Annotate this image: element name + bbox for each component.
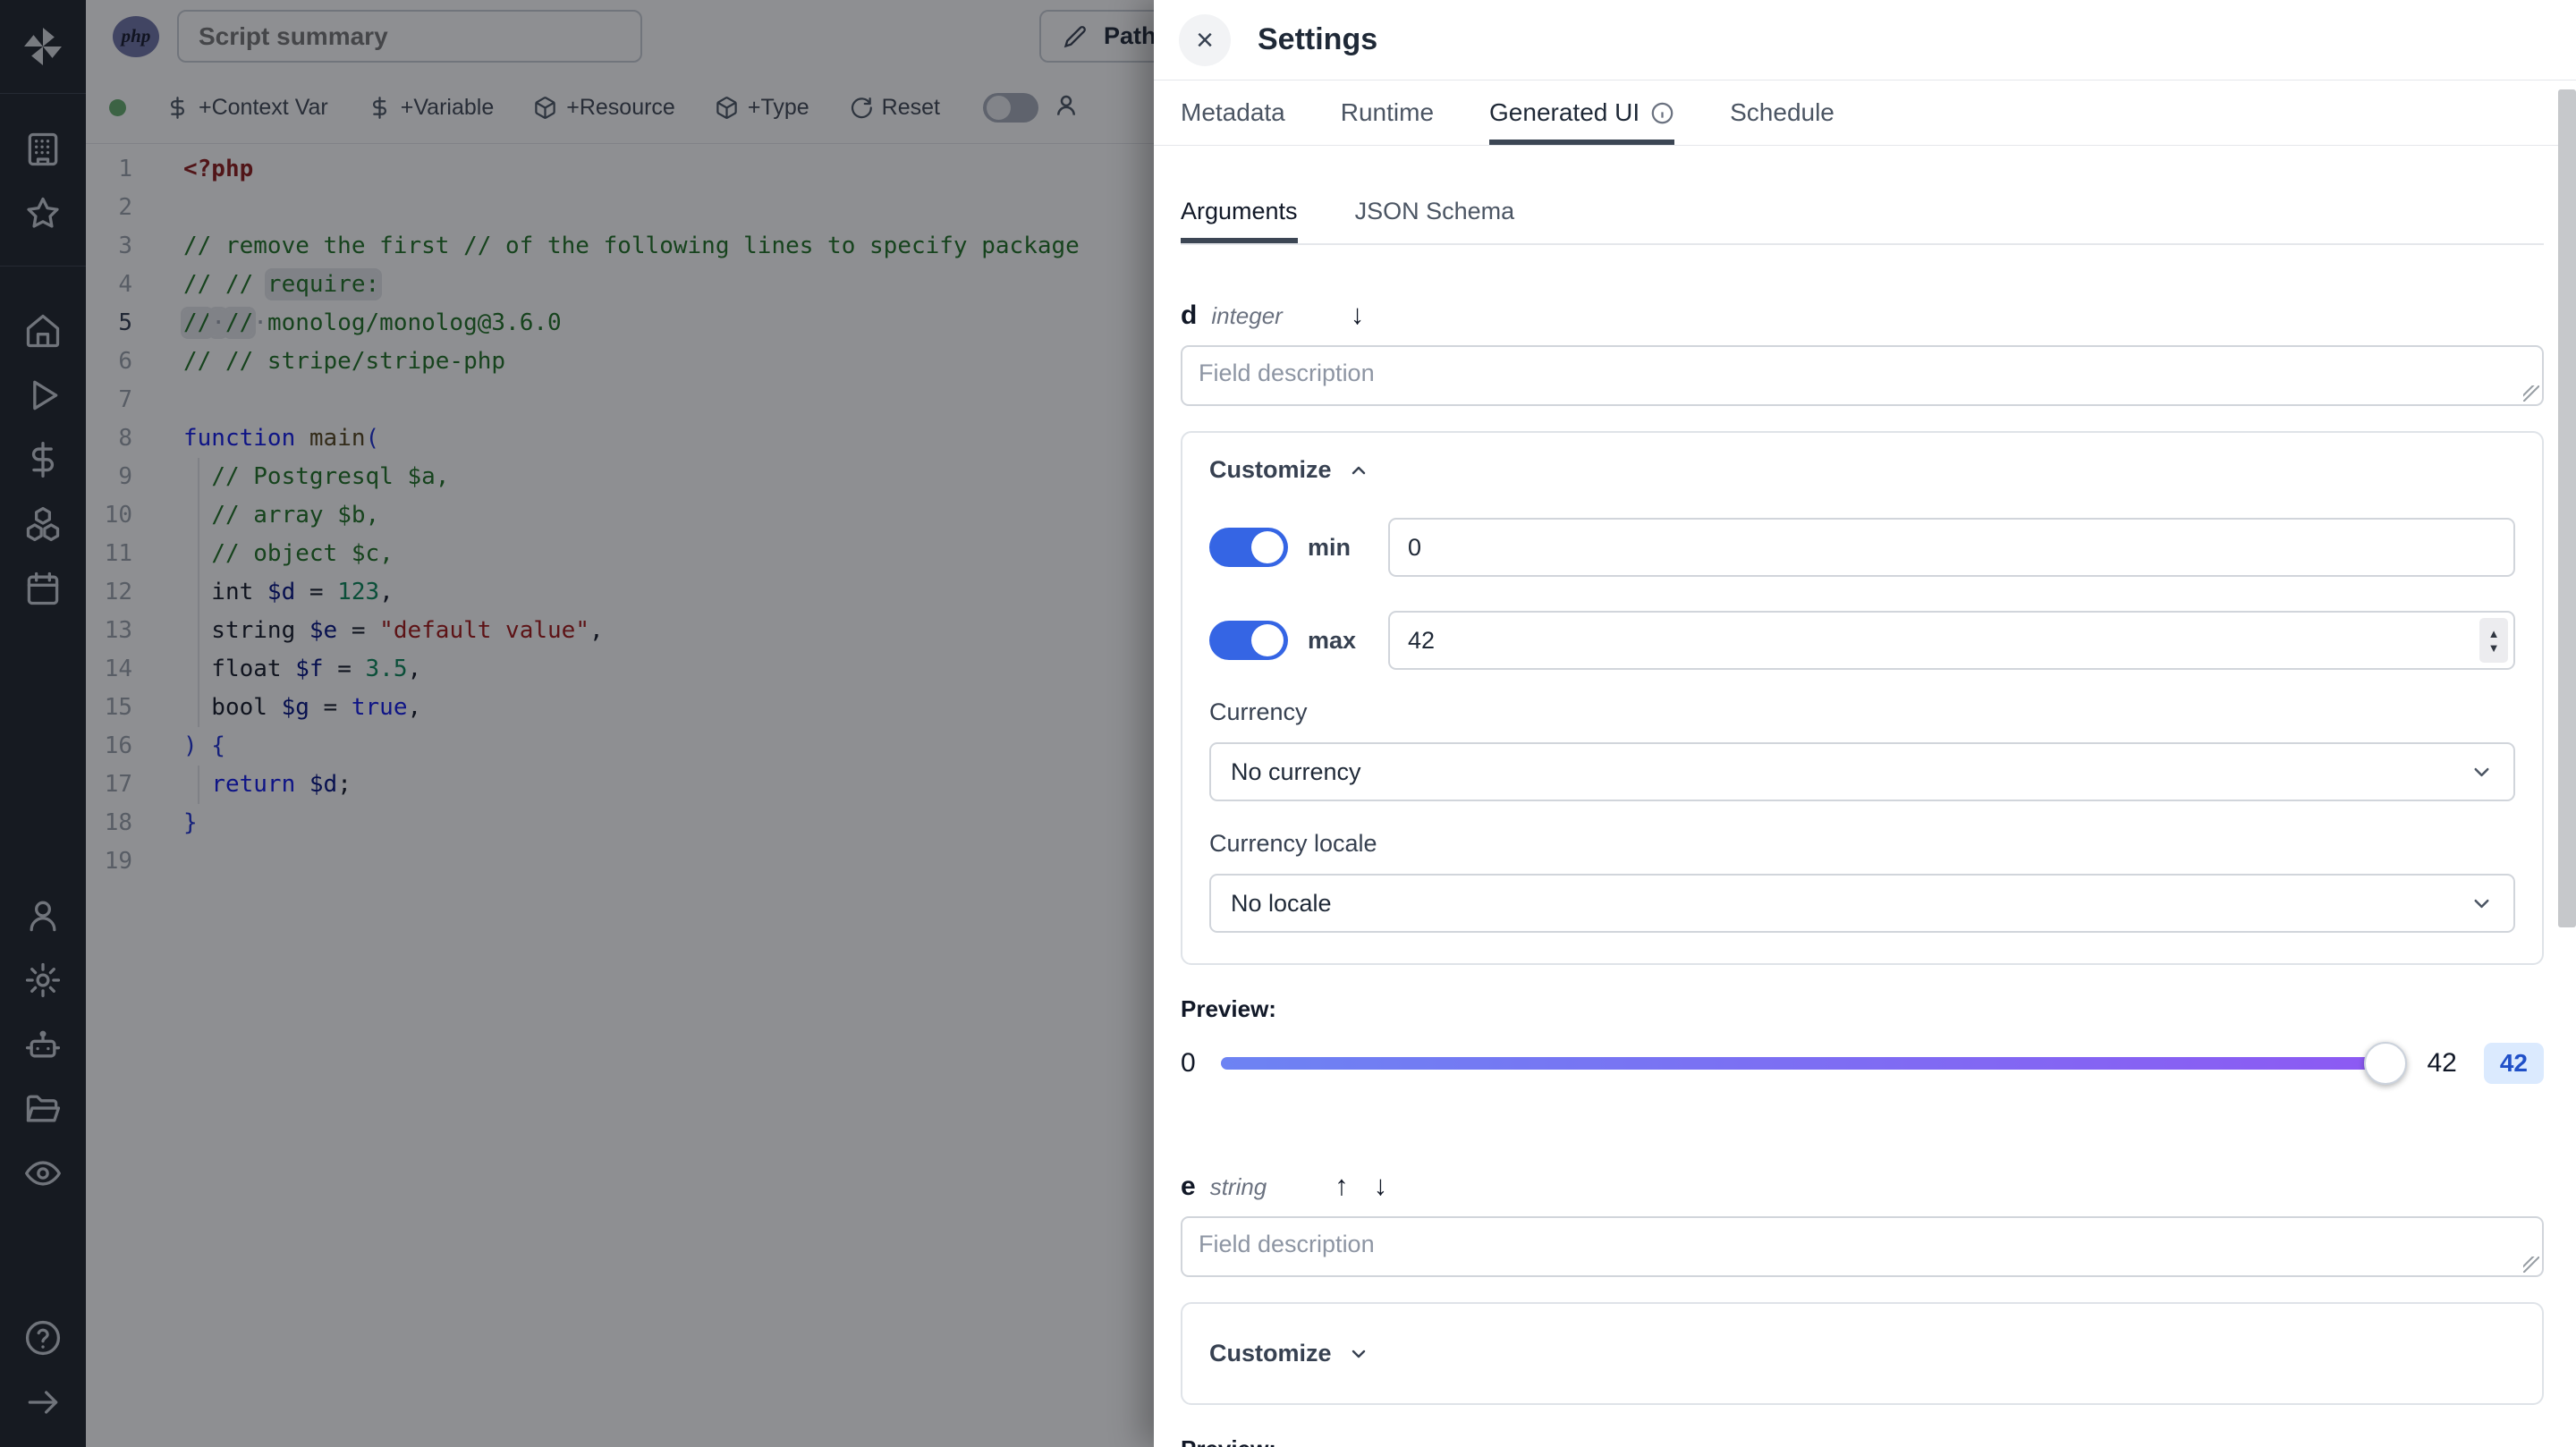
slider-min-value: 0 [1181, 1048, 1196, 1078]
chevron-down-icon [1352, 1350, 1365, 1358]
chevron-down-icon [2474, 767, 2489, 776]
field-e-preview-label: Preview: [1181, 1435, 2544, 1447]
customize-toggle[interactable]: Customize [1209, 1340, 2515, 1367]
currency-label: Currency [1209, 698, 1308, 725]
chevron-down-icon [2474, 899, 2489, 908]
customize-label: Customize [1209, 1340, 1332, 1367]
min-toggle[interactable] [1209, 528, 1288, 567]
chevron-up-icon [1352, 466, 1365, 474]
close-icon[interactable]: × [1179, 13, 1231, 66]
currency-locale-select[interactable]: No locale [1209, 874, 2515, 933]
customize-toggle[interactable]: Customize [1209, 456, 2515, 484]
customize-label: Customize [1209, 456, 1332, 483]
info-icon [1651, 102, 1674, 123]
field-name: e [1181, 1172, 1196, 1201]
slider-handle[interactable] [2364, 1042, 2408, 1085]
field-e-header: e string ↑ ↓ [1181, 1170, 2544, 1202]
currency-value: No currency [1231, 757, 1361, 785]
tab-generated-ui[interactable]: Generated UI [1489, 80, 1674, 145]
tab-label: Metadata [1181, 98, 1285, 126]
tab-schedule[interactable]: Schedule [1730, 80, 1835, 145]
settings-drawer: × Settings Metadata Runtime Generated UI… [1154, 0, 2576, 1447]
subtab-json-schema[interactable]: JSON Schema [1355, 198, 1515, 243]
max-toggle[interactable] [1209, 621, 1288, 660]
field-e-customize-card: Customize [1181, 1302, 2544, 1405]
tab-label: Generated UI [1489, 98, 1640, 126]
subtab-arguments[interactable]: Arguments [1181, 198, 1298, 243]
resize-handle[interactable] [2523, 1257, 2539, 1273]
generated-ui-panel: Arguments JSON Schema d integer ↓ Custom… [1154, 146, 2576, 1447]
move-down-icon[interactable]: ↓ [1374, 1170, 1388, 1202]
modal-dim-overlay[interactable] [0, 0, 1154, 1447]
currency-locale-label: Currency locale [1209, 830, 1377, 857]
settings-tab-bar: Metadata Runtime Generated UI Schedule [1154, 80, 2576, 146]
min-label: min [1308, 533, 1352, 561]
currency-locale-value: No locale [1231, 889, 1332, 917]
min-value-input[interactable] [1388, 518, 2515, 577]
tab-label: Runtime [1340, 98, 1435, 126]
field-e-description-input[interactable] [1181, 1216, 2544, 1277]
min-row: min [1209, 518, 2515, 577]
resize-handle[interactable] [2523, 385, 2539, 402]
number-spinner[interactable]: ▲ ▼ [2479, 618, 2508, 663]
max-label: max [1308, 626, 1357, 654]
field-name: d [1181, 300, 1198, 330]
drawer-scrollbar[interactable] [2558, 89, 2576, 927]
max-row: max ▲▼ [1209, 611, 2515, 670]
field-d-header: d integer ↓ [1181, 299, 2544, 331]
field-d-preview-label: Preview: [1181, 995, 1276, 1022]
slider-value-badge: 42 [2483, 1043, 2544, 1084]
settings-header: × Settings [1154, 0, 2576, 80]
arguments-tab-bar: Arguments JSON Schema [1181, 198, 2544, 245]
tab-label: Schedule [1730, 98, 1835, 126]
move-down-icon[interactable]: ↓ [1351, 299, 1365, 331]
slider-max-value: 42 [2427, 1048, 2457, 1078]
field-type: integer [1211, 302, 1283, 329]
field-d-customize-card: Customize min max ▲▼ [1181, 431, 2544, 965]
settings-title: Settings [1258, 22, 1378, 56]
max-value-input[interactable] [1388, 611, 2515, 670]
slider-track[interactable] [1220, 1042, 2408, 1085]
currency-select[interactable]: No currency [1209, 742, 2515, 801]
field-d-preview-slider: 0 42 42 [1181, 1042, 2544, 1085]
field-d-description-input[interactable] [1181, 345, 2544, 406]
tab-runtime[interactable]: Runtime [1341, 80, 1434, 145]
field-type: string [1209, 1173, 1267, 1200]
move-up-icon[interactable]: ↑ [1335, 1170, 1349, 1202]
tab-metadata[interactable]: Metadata [1181, 80, 1285, 145]
